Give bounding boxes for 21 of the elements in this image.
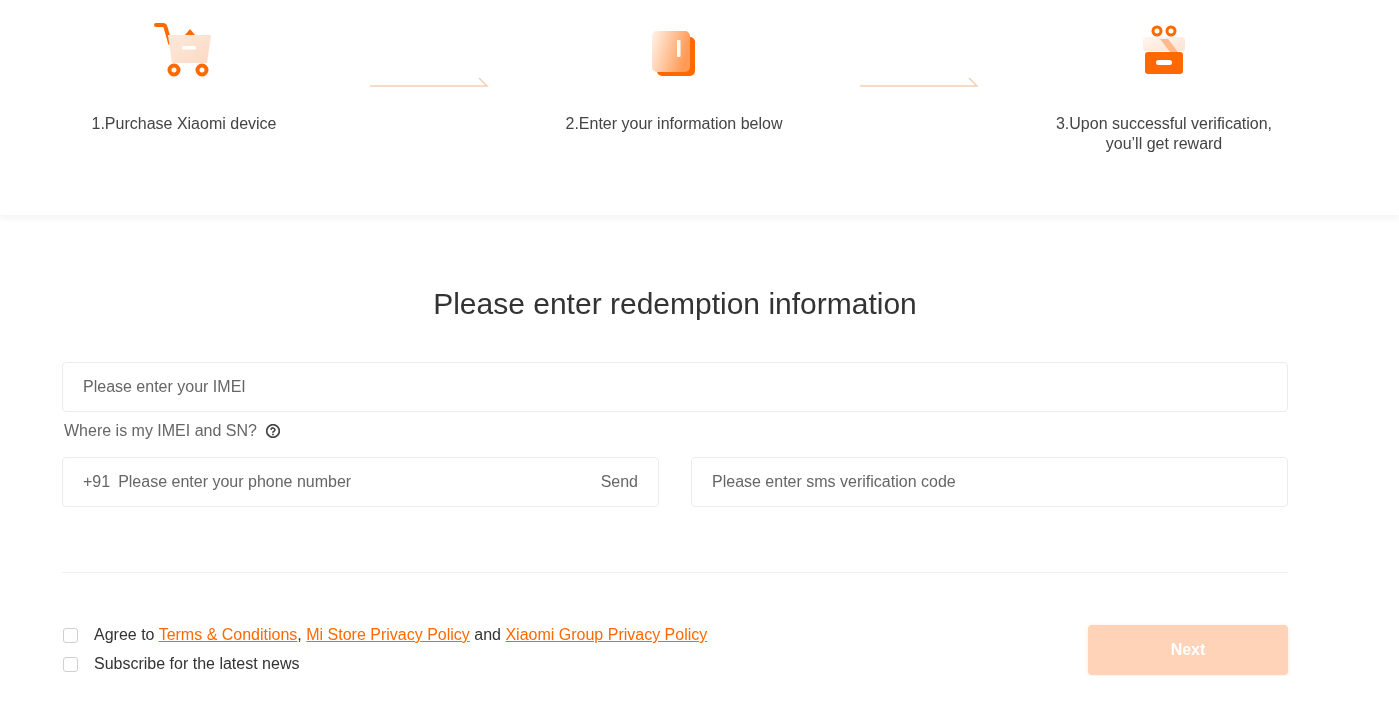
policy-link[interactable]: Terms & Conditions [158, 626, 298, 643]
phone-field[interactable]: +91 Please enter your phone number Send [62, 457, 659, 507]
help-icon[interactable] [265, 424, 280, 438]
help-link[interactable]: Where is my IMEI and SN? [64, 422, 257, 440]
gift-box-icon [1142, 25, 1186, 77]
step-label: 2.Enter your information below [565, 114, 783, 134]
sms-code-field[interactable]: Please enter sms verification code [691, 457, 1288, 507]
step-label: 3.Upon successful verification, you’ll get reward [1054, 114, 1274, 154]
imei-field[interactable]: Please enter your IMEI [62, 362, 1288, 412]
checkbox-label: Agree to Terms & Conditions, Mi Store Privacy Policy and Xiaomi Group Privacy Policy [94, 626, 708, 644]
send-button[interactable]: Send [600, 473, 638, 491]
checkbox[interactable] [63, 627, 78, 643]
shopping-cart-icon [154, 21, 214, 77]
page-title: Please enter redemption information [432, 286, 918, 322]
policy-link[interactable]: Xiaomi Group Privacy Policy [505, 626, 708, 643]
document-icon [652, 29, 696, 77]
checkbox-label: Subscribe for the latest news [94, 655, 300, 673]
checkbox[interactable] [63, 656, 78, 672]
country-code: +91 [83, 473, 111, 491]
step-label: 1.Purchase Xiaomi device [91, 114, 277, 134]
policy-link[interactable]: Mi Store Privacy Policy [306, 626, 470, 643]
